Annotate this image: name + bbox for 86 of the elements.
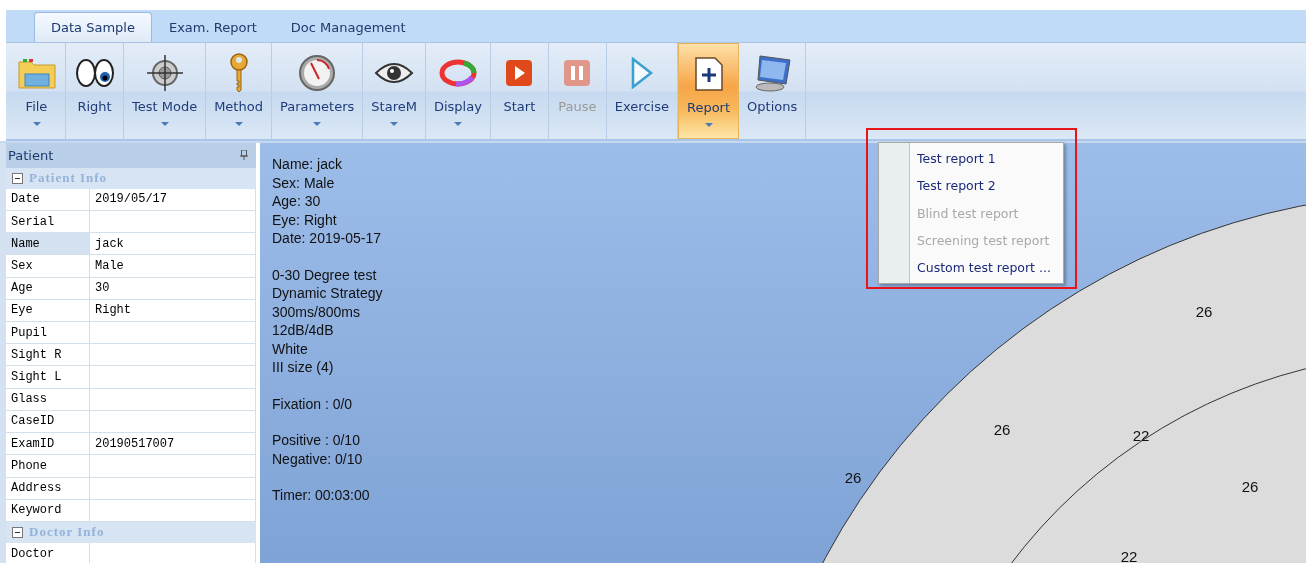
threshold-value: 26	[1241, 477, 1259, 495]
summary-line: Positive : 0/10	[272, 431, 360, 450]
property-value[interactable]	[90, 366, 256, 388]
summary-line: Name: jack	[272, 155, 343, 174]
summary-line: III size (4)	[272, 358, 334, 377]
crosshair-icon	[145, 54, 184, 92]
summary-line: Sex: Male	[272, 173, 335, 192]
property-label[interactable]: Phone	[6, 455, 90, 477]
property-label[interactable]: Doctor	[6, 542, 90, 563]
property-label[interactable]: Age	[6, 277, 90, 299]
property-label[interactable]: Address	[6, 477, 90, 499]
property-value[interactable]	[90, 322, 256, 344]
panel-title: Patient	[8, 147, 54, 163]
summary-line: 0-30 Degree test	[272, 265, 377, 284]
threshold-value: 26	[993, 420, 1011, 438]
eye-icon	[374, 61, 415, 85]
eyes-icon	[74, 58, 115, 88]
ribbon-button[interactable]: File	[8, 43, 66, 139]
pause-icon	[563, 59, 592, 87]
property-label[interactable]: CaseID	[6, 410, 90, 433]
property-value[interactable]: Male	[90, 255, 256, 277]
threshold-value: 22	[1132, 426, 1150, 444]
menu-item[interactable]: Test report 2	[879, 172, 1063, 200]
summary-line: Dynamic Strategy	[272, 284, 383, 303]
property-label[interactable]: ExamID	[6, 433, 90, 455]
property-value[interactable]	[90, 210, 256, 233]
summary-line: Date: 2019-05-17	[272, 229, 381, 248]
threshold-value: 22	[1120, 547, 1138, 563]
ribbon-button[interactable]: Exercise	[606, 43, 678, 139]
summary-line: 300ms/800ms	[272, 302, 360, 321]
folder-icon	[16, 56, 57, 90]
property-label[interactable]: Keyword	[6, 499, 90, 521]
property-label[interactable]: Serial	[6, 210, 90, 233]
palette-icon	[437, 58, 478, 88]
property-label[interactable]: Glass	[6, 388, 90, 410]
play-icon	[505, 59, 534, 87]
summary-line: Negative: 0/10	[272, 449, 363, 468]
summary-line: White	[272, 339, 308, 358]
property-value[interactable]: jack	[90, 233, 256, 255]
collapse-icon[interactable]	[12, 526, 23, 538]
property-value[interactable]: 30	[90, 277, 256, 299]
ribbon-button[interactable]: Display	[425, 43, 491, 139]
property-value[interactable]: 2019/05/17	[90, 188, 256, 210]
pin-icon[interactable]	[240, 150, 248, 161]
property-label[interactable]: Pupil	[6, 322, 90, 344]
monitor-icon	[752, 54, 793, 92]
property-label[interactable]: Sex	[6, 255, 90, 277]
property-value[interactable]	[90, 542, 256, 563]
collapse-icon[interactable]	[12, 172, 23, 184]
property-value[interactable]	[90, 410, 256, 433]
summary-line: Timer: 00:03:00	[272, 486, 370, 505]
menu-item[interactable]: Test report 1	[879, 145, 1063, 173]
ribbon-button[interactable]: Right	[66, 43, 124, 139]
ribbon-tab[interactable]: Exam. Report	[151, 12, 274, 42]
property-value[interactable]	[90, 499, 256, 521]
ribbon-button[interactable]: Start	[490, 43, 549, 139]
ribbon-tab[interactable]: Doc Management	[273, 12, 423, 42]
ribbon-button[interactable]: Method	[206, 43, 272, 139]
property-value[interactable]	[90, 344, 256, 366]
category-title: Doctor Info	[29, 524, 105, 541]
summary-line: Eye: Right	[272, 210, 337, 229]
ribbon-tab[interactable]: Data Sample	[34, 12, 152, 42]
property-label[interactable]: Sight L	[6, 366, 90, 388]
property-value[interactable]: Right	[90, 299, 256, 321]
property-value[interactable]	[90, 388, 256, 410]
ribbon-button[interactable]: StareM	[363, 43, 426, 139]
property-label[interactable]: Sight R	[6, 344, 90, 366]
property-value[interactable]	[90, 455, 256, 477]
document-plus-icon	[693, 56, 724, 92]
ribbon-button[interactable]: Test Mode	[124, 43, 207, 139]
ribbon-button[interactable]: Report	[677, 43, 740, 139]
menu-item[interactable]: Custom test report ...	[879, 254, 1063, 282]
property-label[interactable]: Eye	[6, 299, 90, 321]
threshold-value: 26	[1195, 302, 1213, 320]
property-label[interactable]: Date	[6, 188, 90, 210]
property-value[interactable]	[90, 477, 256, 499]
play-outline-icon	[629, 57, 654, 89]
property-value[interactable]: 20190517007	[90, 433, 256, 455]
summary-line: 12dB/4dB	[272, 321, 334, 340]
gauge-icon	[298, 54, 337, 92]
category-title: Patient Info	[29, 170, 108, 187]
ribbon-button[interactable]: Options	[739, 43, 807, 139]
ribbon-button[interactable]: Parameters	[271, 43, 364, 139]
summary-line: Age: 30	[272, 192, 321, 211]
threshold-value: 26	[844, 468, 862, 486]
summary-line: Fixation : 0/0	[272, 394, 353, 413]
